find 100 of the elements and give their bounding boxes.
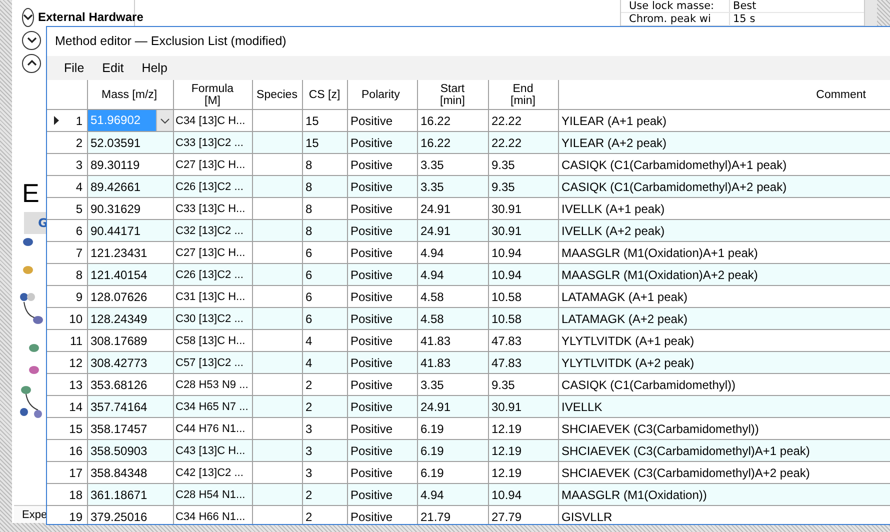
- row-header[interactable]: 10: [47, 308, 87, 330]
- table-cell: 6: [302, 308, 347, 330]
- column-header[interactable]: Mass [m/z]: [87, 80, 173, 110]
- row-header[interactable]: 15: [47, 418, 87, 440]
- property-name: Chrom. peak wi: [621, 13, 730, 25]
- table-cell: C34 H66 N1...: [173, 506, 252, 524]
- row-header[interactable]: 17: [47, 462, 87, 484]
- row-header[interactable]: 4: [47, 176, 87, 198]
- expand-button[interactable]: [22, 8, 34, 26]
- table-cell: 47.83: [488, 352, 558, 374]
- table-cell: YILEAR (A+2 peak): [558, 132, 890, 154]
- expand-button[interactable]: [22, 30, 41, 50]
- menu-item[interactable]: Help: [132, 57, 176, 79]
- table-cell: 358.50903: [87, 440, 173, 462]
- table-cell: 90.44171: [87, 220, 173, 242]
- table-cell: Positive: [347, 396, 417, 418]
- row-number: 4: [76, 180, 84, 194]
- table-cell: Positive: [347, 132, 417, 154]
- property-value: Best: [732, 0, 756, 12]
- row-header[interactable]: 16: [47, 440, 87, 462]
- row-number: 9: [76, 290, 84, 304]
- table-cell: 24.91: [417, 396, 488, 418]
- table-cell: 4.94: [417, 484, 488, 506]
- table-cell: 3: [302, 440, 347, 462]
- table-cell: 52.03591: [87, 132, 173, 154]
- row-header[interactable]: 13: [47, 374, 87, 396]
- scrollbar[interactable]: [864, 0, 877, 26]
- section-heading: E: [22, 178, 40, 209]
- chevron-up-icon: [26, 59, 36, 67]
- table-cell: 361.18671: [87, 484, 173, 506]
- row-header[interactable]: 18: [47, 484, 87, 506]
- table-cell: SHCIAEVEK (C3(Carbamidomethyl)A+1 peak): [558, 440, 890, 462]
- row-number: 19: [69, 510, 84, 524]
- column-header[interactable]: Formula [M]: [173, 80, 252, 110]
- column-header[interactable]: Species: [252, 80, 302, 110]
- table-cell: 30.91: [488, 396, 558, 418]
- table-cell: 6.19: [417, 440, 488, 462]
- column-header[interactable]: Comment: [558, 80, 890, 110]
- chevron-down-icon: [160, 118, 170, 124]
- table-cell: LATAMAGK (A+2 peak): [558, 308, 890, 330]
- table-cell: C57 [13]C2 ...: [173, 352, 252, 374]
- row-header[interactable]: 11: [47, 330, 87, 352]
- table-cell: IVELLK: [558, 396, 890, 418]
- table-cell: 9.35: [488, 176, 558, 198]
- table-cell: C30 [13]C2 ...: [173, 308, 252, 330]
- table-cell: IVELLK (A+2 peak): [558, 220, 890, 242]
- collapse-button[interactable]: [22, 54, 41, 72]
- row-number: 2: [76, 136, 84, 150]
- table-cell: 4.94: [417, 264, 488, 286]
- row-header[interactable]: 1: [47, 110, 87, 132]
- row-number: 13: [69, 378, 84, 392]
- table-cell: Positive: [347, 352, 417, 374]
- table-cell: C43 [13]C H...: [173, 440, 252, 462]
- table-cell: 121.40154: [87, 264, 173, 286]
- table-cell: C33 [13]C2 ...: [173, 132, 252, 154]
- row-header[interactable]: 3: [47, 154, 87, 176]
- row-number: 12: [69, 356, 84, 370]
- row-header[interactable]: 7: [47, 242, 87, 264]
- table-cell: 2: [302, 396, 347, 418]
- table-cell: 2: [302, 484, 347, 506]
- property-value: 15 s: [732, 13, 756, 25]
- row-header[interactable]: 9: [47, 286, 87, 308]
- row-header[interactable]: 8: [47, 264, 87, 286]
- table-cell: 22.22: [488, 132, 558, 154]
- chevron-down-icon: [26, 36, 36, 44]
- row-number: 15: [69, 422, 84, 436]
- column-header[interactable]: CS [z]: [302, 80, 347, 110]
- table-cell: C32 [13]C2 ...: [173, 220, 252, 242]
- row-header[interactable]: 14: [47, 396, 87, 418]
- row-number: 3: [76, 158, 84, 172]
- table-cell: 128.24349: [87, 308, 173, 330]
- menu-item[interactable]: File: [55, 57, 94, 79]
- column-header[interactable]: End [min]: [488, 80, 558, 110]
- table-cell: 6: [302, 264, 347, 286]
- row-header[interactable]: 5: [47, 198, 87, 220]
- table-cell: C26 [13]C2 ...: [173, 264, 252, 286]
- row-number: 17: [69, 466, 84, 480]
- table-cell: Positive: [347, 220, 417, 242]
- row-number: 7: [76, 246, 84, 260]
- table-cell: MAASGLR (M1(Oxidation)): [558, 484, 890, 506]
- table-cell: 8: [302, 176, 347, 198]
- row-number: 6: [76, 224, 84, 238]
- row-number: 1: [76, 114, 84, 128]
- row-number: 11: [70, 334, 84, 348]
- row-header[interactable]: 6: [47, 220, 87, 242]
- table-cell: Positive: [347, 440, 417, 462]
- row-number: 18: [69, 488, 84, 502]
- row-header[interactable]: 12: [47, 352, 87, 374]
- menu-item[interactable]: Edit: [93, 57, 133, 79]
- table-cell: C26 [13]C2 ...: [173, 176, 252, 198]
- table-cell: Positive: [347, 308, 417, 330]
- row-header[interactable]: 2: [47, 132, 87, 154]
- table-cell: 308.42773: [87, 352, 173, 374]
- table-cell: C34 H65 N7 ...: [173, 396, 252, 418]
- table-cell: 10.58: [488, 308, 558, 330]
- column-header[interactable]: Start [min]: [417, 80, 488, 110]
- column-header[interactable]: Polarity: [347, 80, 417, 110]
- dropdown-button[interactable]: [156, 110, 172, 130]
- table-cell: Positive: [347, 264, 417, 286]
- row-number: 16: [69, 444, 84, 458]
